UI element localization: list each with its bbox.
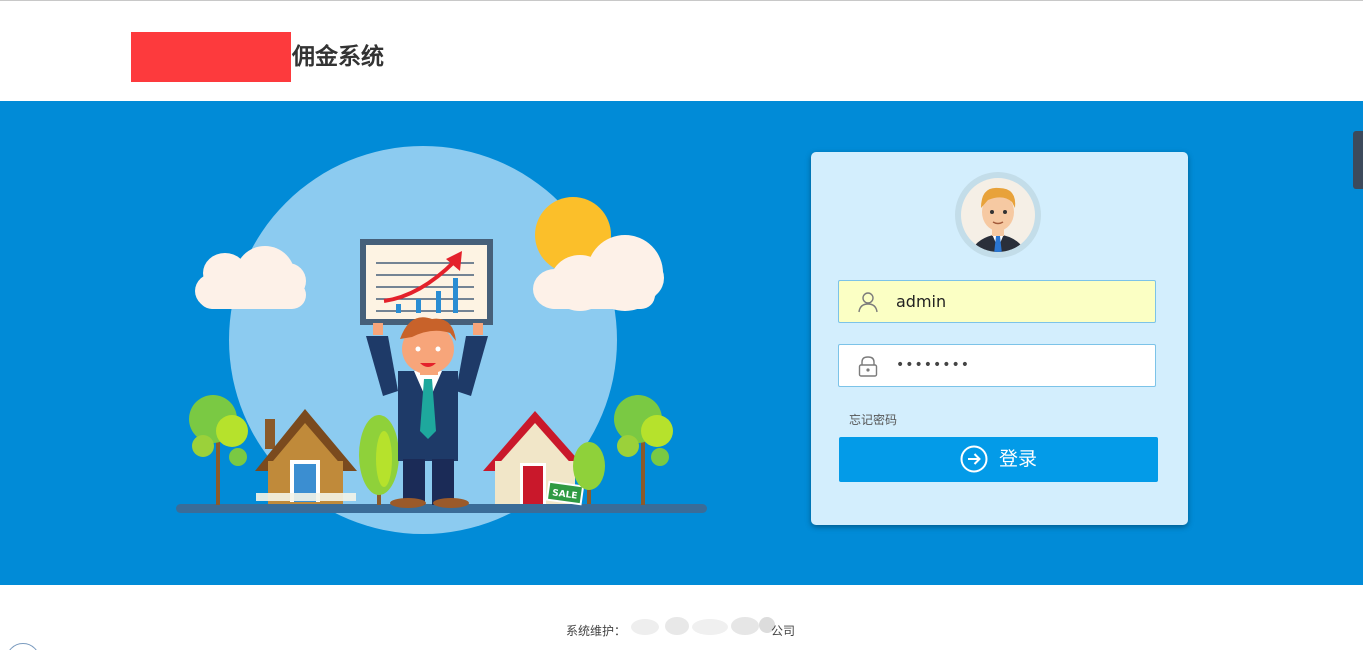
footer: 系统维护： 公司 bbox=[0, 585, 1363, 650]
corner-widget[interactable] bbox=[6, 643, 40, 650]
username-value: admin bbox=[896, 292, 947, 311]
tree-icon bbox=[189, 395, 248, 505]
redacted-company-name bbox=[631, 617, 775, 635]
password-value: •••••••• bbox=[896, 357, 971, 373]
maintenance-label: 系统维护： bbox=[566, 624, 627, 638]
login-button[interactable]: 登录 bbox=[839, 437, 1158, 482]
real-estate-illustration: SALE bbox=[176, 146, 707, 534]
forgot-password-link[interactable]: 忘记密码 bbox=[849, 411, 897, 428]
avatar bbox=[955, 172, 1041, 258]
login-page: 佣金系统 SALE admin •••••••• 忘记密码 登录 系统维护： 公… bbox=[0, 0, 1363, 650]
app-title: 佣金系统 bbox=[292, 44, 384, 70]
chart-board-icon bbox=[360, 239, 493, 325]
login-button-label: 登录 bbox=[999, 448, 1038, 470]
tree-icon bbox=[614, 395, 673, 505]
redacted-logo bbox=[131, 32, 291, 82]
password-field[interactable]: •••••••• bbox=[838, 344, 1156, 387]
username-field[interactable]: admin bbox=[838, 280, 1156, 323]
side-scroll-tab[interactable] bbox=[1353, 131, 1363, 189]
banner: SALE admin •••••••• 忘记密码 登录 bbox=[0, 101, 1363, 585]
lock-icon bbox=[858, 356, 878, 377]
login-card: admin •••••••• 忘记密码 登录 bbox=[811, 152, 1188, 525]
arrow-right-circle-icon bbox=[960, 445, 988, 473]
company-suffix: 公司 bbox=[771, 624, 796, 638]
sale-sign-icon: SALE bbox=[545, 480, 585, 506]
header: 佣金系统 bbox=[0, 1, 1363, 101]
user-icon bbox=[858, 292, 878, 313]
